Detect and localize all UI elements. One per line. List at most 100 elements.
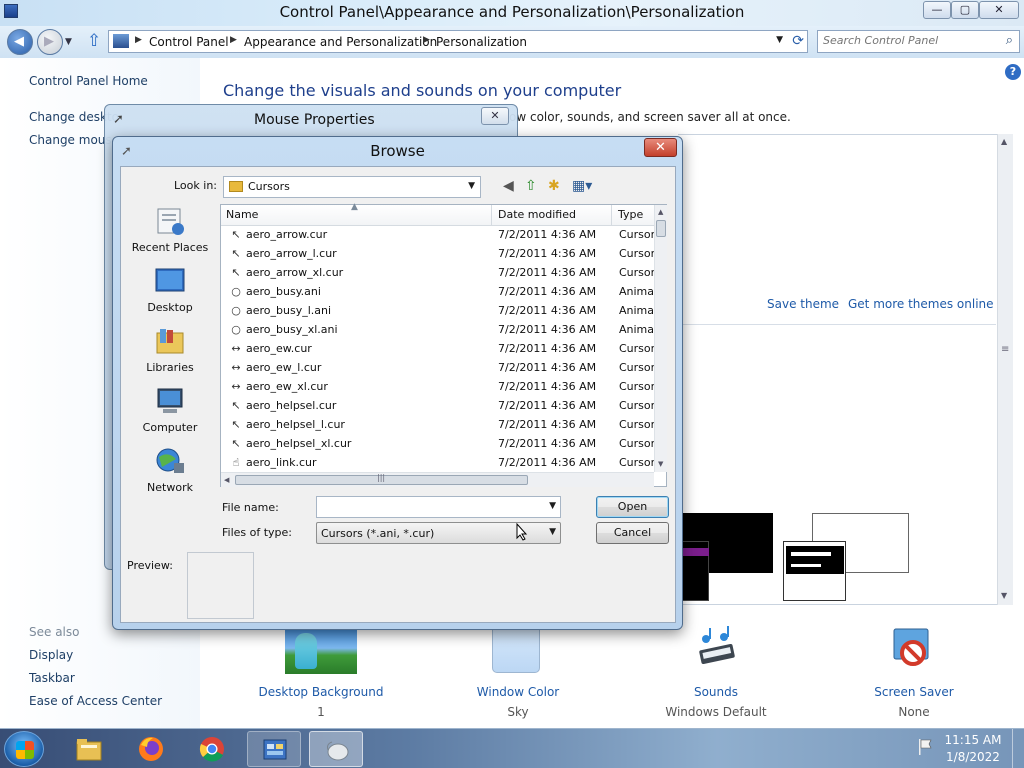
vertical-scroll-thumb[interactable] xyxy=(656,220,666,237)
breadcrumb-control-panel[interactable]: Control Panel xyxy=(149,35,229,49)
file-name-combo[interactable]: ▼ xyxy=(316,496,561,518)
start-button[interactable] xyxy=(4,731,44,767)
close-button[interactable]: ✕ xyxy=(979,1,1019,19)
cursor-file-icon: ↔ xyxy=(231,361,241,374)
chevron-right-icon[interactable]: ▶ xyxy=(230,35,237,45)
theme-scrollbar[interactable]: ▲ ≡ ▼ xyxy=(997,134,1013,605)
show-desktop-button[interactable] xyxy=(1012,729,1024,768)
file-row[interactable]: ○ aero_busy_xl.ani 7/2/2011 4:36 AM Anima xyxy=(221,321,654,340)
file-row[interactable]: ↖ aero_arrow_l.cur 7/2/2011 4:36 AM Cursor xyxy=(221,245,654,264)
cursor-file-icon: ↔ xyxy=(231,342,241,355)
file-rows: ↖ aero_arrow.cur 7/2/2011 4:36 AM Cursor ↖ ae… xyxy=(221,226,654,472)
scroll-up-icon[interactable]: ▲ xyxy=(658,208,663,216)
file-date-modified: 7/2/2011 4:36 AM xyxy=(498,456,597,469)
up-folder-icon[interactable]: ⇧ xyxy=(525,178,537,194)
chevron-down-icon[interactable]: ▼ xyxy=(468,181,475,191)
file-row[interactable]: ↖ aero_arrow_xl.cur 7/2/2011 4:36 AM Cursor xyxy=(221,264,654,283)
column-type[interactable]: Type xyxy=(618,208,643,221)
chevron-down-icon[interactable]: ▼ xyxy=(776,35,783,45)
mouse-properties-close-button[interactable]: ✕ xyxy=(481,107,509,125)
new-folder-icon[interactable]: ✱ xyxy=(548,178,560,194)
recent-pages-dropdown-icon[interactable]: ▼ xyxy=(65,37,72,47)
scroll-left-icon[interactable]: ◀ xyxy=(224,476,229,484)
scroll-down-icon[interactable]: ▼ xyxy=(1001,591,1007,600)
sidebar-link-ease-of-access[interactable]: Ease of Access Center xyxy=(29,694,162,708)
file-list-vertical-scrollbar[interactable]: ▲ ▼ xyxy=(654,205,667,472)
taskbar-firefox[interactable] xyxy=(124,731,178,767)
scroll-up-icon[interactable]: ▲ xyxy=(1001,137,1007,146)
up-arrow-icon[interactable]: ⇧ xyxy=(87,31,101,51)
file-row[interactable]: ↖ aero_helpsel_l.cur 7/2/2011 4:36 AM Curso… xyxy=(221,416,654,435)
clock-time[interactable]: 11:15 AM xyxy=(938,733,1008,747)
file-name: aero_arrow_l.cur xyxy=(246,247,337,260)
taskbar-chrome[interactable] xyxy=(185,731,239,767)
refresh-icon[interactable]: ⟳ xyxy=(792,33,804,49)
window-color-label[interactable]: Window Color xyxy=(443,685,593,699)
screen-saver-label[interactable]: Screen Saver xyxy=(839,685,989,699)
sounds-label[interactable]: Sounds xyxy=(641,685,791,699)
file-name-input[interactable] xyxy=(320,500,542,513)
chevron-right-icon[interactable]: ▶ xyxy=(423,35,430,45)
control-panel-titlebar[interactable]: Control Panel\Appearance and Personaliza… xyxy=(0,0,1024,26)
forward-button[interactable]: ▶ xyxy=(37,29,63,55)
file-row[interactable]: ○ aero_busy.ani 7/2/2011 4:36 AM Anima xyxy=(221,283,654,302)
chevron-down-icon[interactable]: ▼ xyxy=(549,527,556,537)
sidebar-link-change-mouse-pointers[interactable]: Change mous xyxy=(29,133,112,147)
search-icon[interactable]: ⌕ xyxy=(1006,33,1013,48)
file-row[interactable]: ○ aero_busy_l.ani 7/2/2011 4:36 AM Anima xyxy=(221,302,654,321)
action-center-flag-icon[interactable] xyxy=(918,739,932,755)
file-row[interactable]: ↖ aero_helpsel.cur 7/2/2011 4:36 AM Cursor xyxy=(221,397,654,416)
taskbar-mouse-properties[interactable] xyxy=(309,731,363,767)
file-type: Cursor xyxy=(619,418,654,431)
address-bar[interactable]: ▶ Control Panel ▶ Appearance and Persona… xyxy=(108,30,808,53)
file-row[interactable]: ↔ aero_ew_l.cur 7/2/2011 4:36 AM Cursor xyxy=(221,359,654,378)
cancel-button[interactable]: Cancel xyxy=(596,522,669,544)
sidebar-link-display[interactable]: Display xyxy=(29,648,73,662)
taskbar-control-panel[interactable] xyxy=(247,731,301,767)
place-computer[interactable]: Computer xyxy=(121,385,219,445)
scroll-down-icon[interactable]: ▼ xyxy=(658,460,663,468)
place-network[interactable]: Network xyxy=(121,445,219,505)
scroll-grip-icon[interactable]: ≡ xyxy=(1001,344,1009,355)
file-list-horizontal-scrollbar[interactable]: ◀ ||| xyxy=(221,472,654,487)
sidebar-link-home[interactable]: Control Panel Home xyxy=(29,74,148,88)
back-button[interactable]: ◀ xyxy=(7,29,33,55)
breadcrumb-appearance[interactable]: Appearance and Personalization xyxy=(244,35,437,49)
file-row[interactable]: ☝ aero_link.cur 7/2/2011 4:36 AM Cursor xyxy=(221,454,654,472)
open-button[interactable]: Open xyxy=(596,496,669,518)
file-type: Cursor xyxy=(619,228,654,241)
file-type: Anima xyxy=(619,323,654,336)
column-divider[interactable] xyxy=(611,205,612,226)
help-icon[interactable]: ? xyxy=(1005,64,1021,80)
browse-close-button[interactable]: ✕ xyxy=(644,138,677,157)
file-row[interactable]: ↖ aero_helpsel_xl.cur 7/2/2011 4:36 AM Curs… xyxy=(221,435,654,454)
view-menu-icon[interactable]: ▦▾ xyxy=(572,178,592,194)
chevron-down-icon[interactable]: ▼ xyxy=(549,501,556,511)
breadcrumb-personalization[interactable]: Personalization xyxy=(436,35,527,49)
search-box[interactable]: ⌕ xyxy=(817,30,1020,53)
file-row[interactable]: ↖ aero_arrow.cur 7/2/2011 4:36 AM Cursor xyxy=(221,226,654,245)
place-libraries[interactable]: Libraries xyxy=(121,325,219,385)
theme-thumbnail-window xyxy=(786,546,844,574)
save-theme-link[interactable]: Save theme xyxy=(767,297,839,311)
horizontal-scroll-thumb[interactable]: ||| xyxy=(235,473,528,485)
minimize-button[interactable]: — xyxy=(923,1,951,19)
sidebar-link-taskbar[interactable]: Taskbar xyxy=(29,671,75,685)
place-recent-places[interactable]: Recent Places xyxy=(121,205,219,265)
column-name[interactable]: Name xyxy=(226,208,258,221)
file-row[interactable]: ↔ aero_ew.cur 7/2/2011 4:36 AM Cursor xyxy=(221,340,654,359)
maximize-button[interactable]: ▢ xyxy=(951,1,979,19)
get-more-themes-link[interactable]: Get more themes online xyxy=(848,297,994,311)
file-row[interactable]: ↔ aero_ew_xl.cur 7/2/2011 4:36 AM Cursor xyxy=(221,378,654,397)
place-desktop[interactable]: Desktop xyxy=(121,265,219,325)
desktop-background-label[interactable]: Desktop Background xyxy=(246,685,396,699)
taskbar-explorer[interactable] xyxy=(62,731,116,767)
clock-date[interactable]: 1/8/2022 xyxy=(938,750,1008,764)
back-icon[interactable]: ◀ xyxy=(503,178,514,194)
search-input[interactable] xyxy=(823,34,993,47)
chevron-right-icon[interactable]: ▶ xyxy=(135,35,142,45)
column-divider[interactable] xyxy=(491,205,492,226)
column-date-modified[interactable]: Date modified xyxy=(498,208,576,221)
look-in-dropdown[interactable]: Cursors ▼ xyxy=(223,176,481,198)
firefox-icon xyxy=(139,737,163,761)
